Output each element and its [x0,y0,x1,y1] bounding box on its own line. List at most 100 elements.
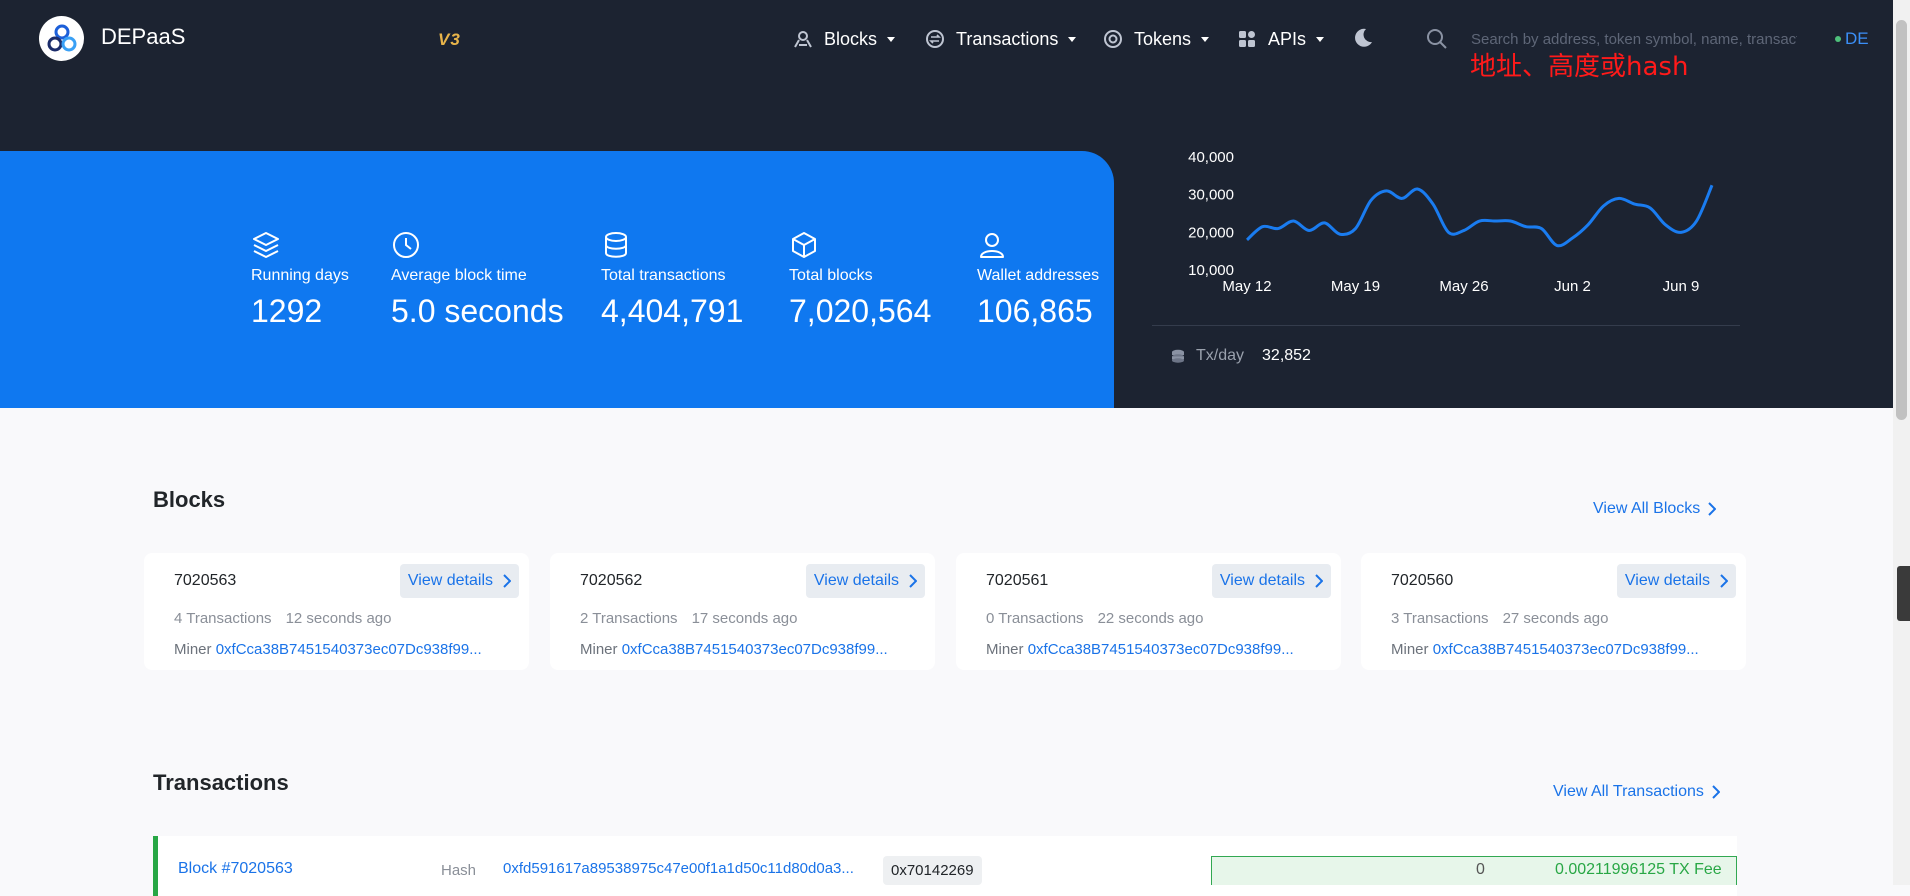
stat-average-block-time: Average block time 5.0 seconds [391,230,564,330]
block-tx-count: 4 Transactions [174,610,272,627]
miner-label: Miner [174,641,212,658]
tx-per-day-stat: Tx/day 32,852 [1170,347,1311,365]
block-age: 27 seconds ago [1502,610,1609,627]
nav-apis-label: APIs [1268,28,1307,49]
miner-address-link[interactable]: 0xfCca38B7451540373ec07Dc938f99... [622,641,888,658]
nav-blocks[interactable]: Blocks [793,27,896,51]
x-tick-label: Jun 2 [1554,278,1591,295]
transaction-method-badge: 0x70142269 [883,856,982,885]
chevron-right-icon [1712,785,1720,799]
nav-tokens-label: Tokens [1134,28,1192,49]
scrollbar-thumb[interactable] [1896,20,1907,420]
annotation-text: 地址、高度或hash [1470,52,1689,82]
stat-value: 1292 [251,293,323,329]
logo[interactable] [39,16,84,61]
stat-running-days: Running days 1292 [251,230,349,330]
blocks-icon [793,29,813,49]
nav-transactions[interactable]: Transactions [925,27,1077,51]
logo-icon [47,24,76,51]
miner-address-link[interactable]: 0xfCca38B7451540373ec07Dc938f99... [1028,641,1294,658]
view-all-blocks-link[interactable]: View All Blocks [1593,500,1717,518]
transactions-icon [925,29,945,49]
chevron-down-icon [887,36,896,42]
moon-icon[interactable] [1352,27,1374,49]
block-meta: 4 Transactions 12 seconds ago [174,610,391,627]
stat-value: 7,020,564 [789,293,932,329]
transaction-value: 0 [1476,861,1485,878]
stat-label: Running days [251,267,349,284]
chevron-down-icon [1068,36,1077,42]
side-widget[interactable] [1897,566,1910,621]
stat-total-blocks: Total blocks 7,020,564 [789,230,931,330]
brand-name[interactable]: DEPaaS [101,24,185,50]
block-age: 12 seconds ago [285,610,392,627]
y-tick-label: 20,000 [1188,224,1234,241]
view-all-transactions-label: View All Transactions [1553,783,1704,800]
block-number[interactable]: 7020560 [1391,572,1453,590]
tokens-icon [1103,29,1123,49]
miner-address-link[interactable]: 0xfCca38B7451540373ec07Dc938f99... [1433,641,1699,658]
nav-transactions-label: Transactions [956,28,1059,49]
view-details-button[interactable]: View details [1211,564,1331,598]
block-tx-count: 2 Transactions [580,610,678,627]
view-details-button[interactable]: View details [805,564,925,598]
tx-per-day-value: 32,852 [1262,347,1311,364]
block-card: 7020563 View details 4 Transactions 12 seco… [144,553,529,670]
nav-apis[interactable]: APIs [1237,27,1325,51]
view-details-button[interactable]: View details [1616,564,1736,598]
status-dot [1835,36,1841,42]
stat-value: 4,404,791 [601,293,744,329]
x-tick-label: May 12 [1222,278,1271,295]
clock-icon [393,232,419,258]
view-details-label: View details [1624,572,1710,589]
transaction-block-link[interactable]: Block #7020563 [178,860,293,878]
database-icon [605,232,627,258]
tx-per-day-label: Tx/day [1196,347,1245,364]
x-tick-label: May 19 [1331,278,1380,295]
version-badge: V3 [438,30,461,49]
block-card: 7020560 View details 3 Transactions 27 seco… [1361,553,1746,670]
chevron-right-icon [1708,502,1717,516]
stat-label: Total blocks [789,267,873,284]
language-switch[interactable]: DE [1835,29,1869,49]
block-miner: Miner 0xfCca38B7451540373ec07Dc938f99... [986,641,1294,658]
apis-icon [1237,29,1257,49]
y-tick-label: 40,000 [1188,149,1234,166]
view-details-label: View details [407,572,493,589]
block-number[interactable]: 7020562 [580,572,642,590]
blocks-section-title: Blocks [153,487,226,512]
nav-tokens[interactable]: Tokens [1103,27,1210,51]
block-tx-count: 0 Transactions [986,610,1084,627]
stat-label: Wallet addresses [977,267,1100,284]
stat-label: Total transactions [601,267,726,284]
coins-icon [1172,349,1184,363]
chevron-right-icon [909,574,917,588]
tx-series-line [1245,184,1714,248]
block-miner: Miner 0xfCca38B7451540373ec07Dc938f99... [580,641,888,658]
chevron-right-icon [503,574,511,588]
miner-address-link[interactable]: 0xfCca38B7451540373ec07Dc938f99... [216,641,482,658]
view-all-transactions-link[interactable]: View All Transactions [1553,783,1720,801]
stat-value: 106,865 [977,293,1093,329]
block-number[interactable]: 7020561 [986,572,1048,590]
transactions-section-title: Transactions [153,770,289,795]
block-number[interactable]: 7020563 [174,572,236,590]
chevron-right-icon [1720,574,1728,588]
view-details-label: View details [1219,572,1305,589]
language-label: DE [1845,29,1869,48]
stat-label: Average block time [391,267,527,284]
x-tick-label: Jun 9 [1663,278,1700,295]
block-meta: 0 Transactions 22 seconds ago [986,610,1203,627]
block-card: 7020561 View details 0 Transactions 22 seco… [956,553,1341,670]
nav-blocks-label: Blocks [824,28,878,49]
y-tick-label: 10,000 [1188,262,1234,279]
block-miner: Miner 0xfCca38B7451540373ec07Dc938f99... [174,641,482,658]
transaction-hash-link[interactable]: 0xfd591617a89538975c47e00f1a1d50c11d80d0… [503,860,854,877]
view-details-button[interactable]: View details [399,564,519,598]
tx-per-day-chart: 10,000 20,000 30,000 40,000 May 12 May 19 May … [1188,149,1714,295]
stat-value: 5.0 seconds [391,293,564,329]
block-card: 7020562 View details 2 Transactions 17 seco… [550,553,935,670]
block-meta: 2 Transactions 17 seconds ago [580,610,797,627]
navbar: DEPaaS V3 Blocks Transactions Tokens API… [0,0,1893,82]
block-tx-count: 3 Transactions [1391,610,1489,627]
